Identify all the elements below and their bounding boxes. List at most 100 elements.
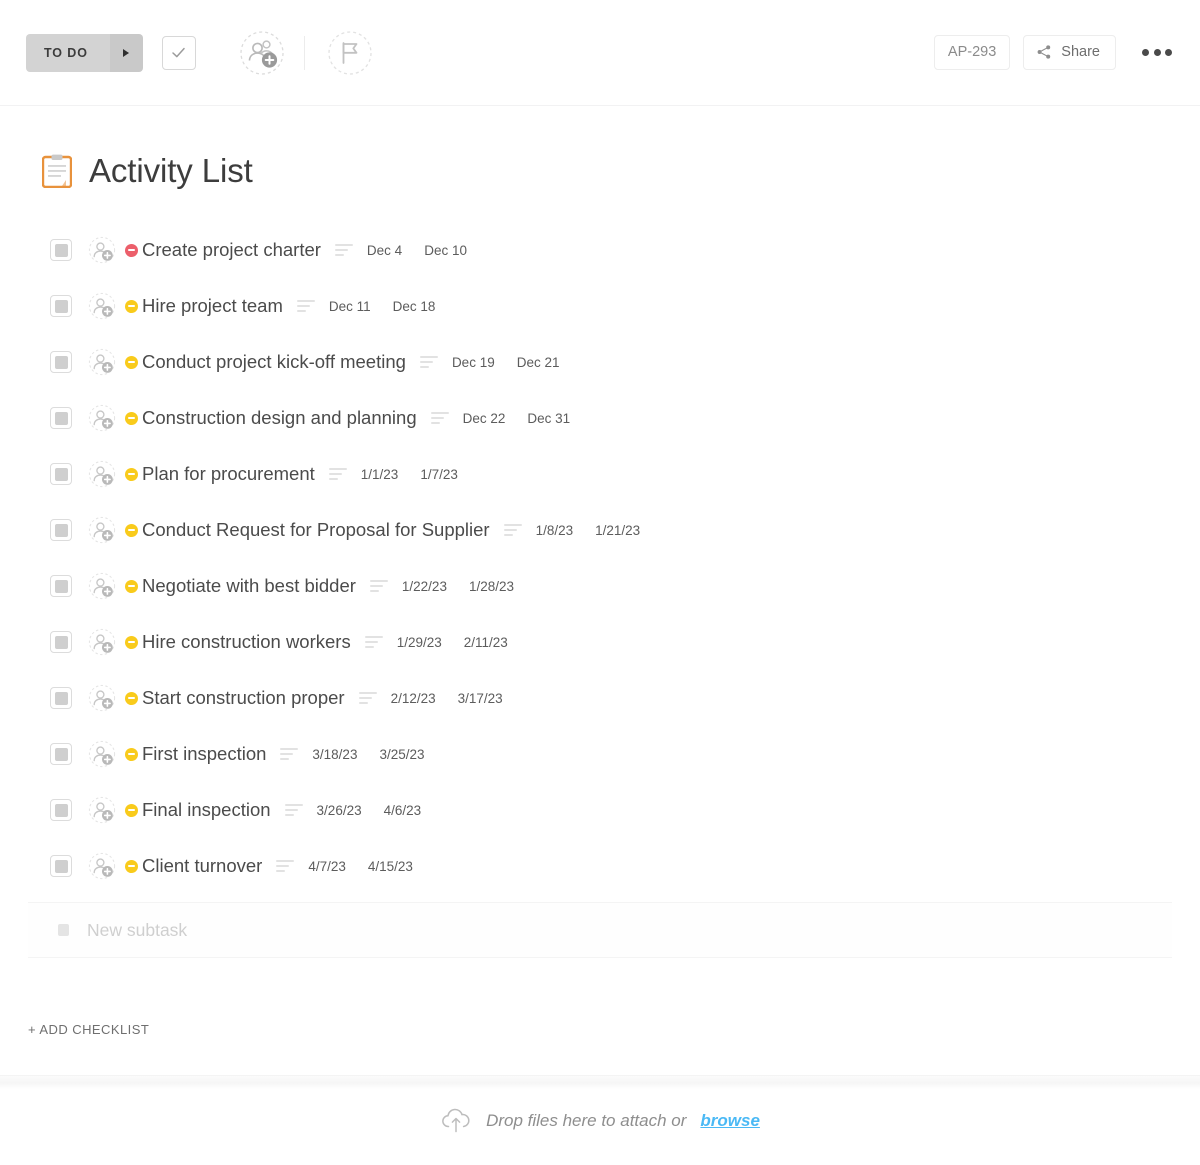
priority-status-icon[interactable] — [125, 299, 138, 313]
task-checkbox[interactable] — [50, 799, 72, 821]
assign-task-icon[interactable] — [88, 460, 116, 488]
priority-status-icon[interactable] — [125, 411, 138, 425]
more-options-button[interactable] — [1138, 41, 1176, 64]
add-checklist-button[interactable]: + ADD CHECKLIST — [28, 1022, 149, 1037]
priority-status-icon[interactable] — [125, 747, 138, 761]
task-checkbox[interactable] — [50, 519, 72, 541]
priority-status-icon[interactable] — [125, 803, 138, 817]
priority-status-icon[interactable] — [125, 467, 138, 481]
mark-complete-button[interactable] — [161, 35, 196, 70]
task-row[interactable]: Construction design and planning Dec 22 De… — [0, 390, 1200, 446]
task-due-date[interactable]: 1/21/23 — [595, 523, 640, 538]
task-description-icon[interactable] — [503, 524, 522, 536]
task-description-icon[interactable] — [296, 300, 315, 312]
task-description-icon[interactable] — [364, 636, 383, 648]
task-description-icon[interactable] — [284, 804, 303, 816]
task-start-date[interactable]: 1/8/23 — [536, 523, 574, 538]
assign-task-icon[interactable] — [88, 404, 116, 432]
task-start-date[interactable]: 1/29/23 — [397, 635, 442, 650]
browse-files-link[interactable]: browse — [700, 1111, 760, 1131]
task-description-icon[interactable] — [358, 692, 377, 704]
assign-task-icon[interactable] — [88, 852, 116, 880]
task-description-icon[interactable] — [430, 412, 449, 424]
task-start-date[interactable]: 4/7/23 — [308, 859, 346, 874]
set-priority-button[interactable] — [327, 30, 373, 76]
assign-task-icon[interactable] — [88, 292, 116, 320]
task-description-icon[interactable] — [328, 468, 347, 480]
task-due-date[interactable]: Dec 31 — [527, 411, 570, 426]
task-due-date[interactable]: 1/7/23 — [420, 467, 458, 482]
task-checkbox[interactable] — [50, 575, 72, 597]
task-description-icon[interactable] — [334, 244, 353, 256]
task-row[interactable]: Conduct Request for Proposal for Supplie… — [0, 502, 1200, 558]
status-caret-right-icon[interactable] — [109, 33, 143, 72]
task-id-badge[interactable]: AP-293 — [933, 35, 1011, 70]
task-start-date[interactable]: Dec 11 — [329, 299, 371, 314]
assign-task-icon[interactable] — [88, 572, 116, 600]
task-row[interactable]: Conduct project kick-off meeting Dec 19 De… — [0, 334, 1200, 390]
new-subtask-row[interactable]: New subtask — [28, 902, 1172, 958]
task-checkbox[interactable] — [50, 743, 72, 765]
priority-status-icon[interactable] — [125, 523, 138, 537]
priority-status-icon[interactable] — [125, 243, 138, 257]
priority-status-icon[interactable] — [125, 635, 138, 649]
task-description-icon[interactable] — [280, 748, 299, 760]
task-row[interactable]: Final inspection 3/26/23 4/6/23 — [0, 782, 1200, 838]
task-row[interactable]: First inspection 3/18/23 3/25/23 — [0, 726, 1200, 782]
assign-task-icon[interactable] — [88, 796, 116, 824]
task-start-date[interactable]: 3/26/23 — [317, 803, 362, 818]
task-row[interactable]: Negotiate with best bidder 1/22/23 1/28/23 — [0, 558, 1200, 614]
new-subtask-input[interactable]: New subtask — [87, 920, 187, 941]
task-checkbox[interactable] — [50, 463, 72, 485]
task-row[interactable]: Plan for procurement 1/1/23 1/7/23 — [0, 446, 1200, 502]
task-description-icon[interactable] — [419, 356, 438, 368]
assign-task-icon[interactable] — [88, 348, 116, 376]
task-due-date[interactable]: 4/6/23 — [384, 803, 422, 818]
task-due-date[interactable]: Dec 10 — [424, 243, 467, 258]
priority-status-icon[interactable] — [125, 691, 138, 705]
task-due-date[interactable]: Dec 18 — [393, 299, 436, 314]
task-due-date[interactable]: Dec 21 — [517, 355, 560, 370]
new-subtask-checkbox-icon — [58, 924, 69, 936]
task-row[interactable]: Hire construction workers 1/29/23 2/11/23 — [0, 614, 1200, 670]
task-start-date[interactable]: Dec 4 — [367, 243, 402, 258]
task-start-date[interactable]: 3/18/23 — [312, 747, 357, 762]
task-due-date[interactable]: 2/11/23 — [464, 635, 508, 650]
task-row[interactable]: Hire project team Dec 11 Dec 18 — [0, 278, 1200, 334]
task-checkbox[interactable] — [50, 855, 72, 877]
assign-task-icon[interactable] — [88, 628, 116, 656]
task-start-date[interactable]: Dec 19 — [452, 355, 495, 370]
task-description-icon[interactable] — [369, 580, 388, 592]
task-checkbox[interactable] — [50, 295, 72, 317]
assign-task-icon[interactable] — [88, 516, 116, 544]
assign-task-icon[interactable] — [88, 740, 116, 768]
task-checkbox[interactable] — [50, 631, 72, 653]
task-row[interactable]: Create project charter Dec 4 Dec 10 — [0, 222, 1200, 278]
task-checkbox[interactable] — [50, 351, 72, 373]
task-due-date[interactable]: 4/15/23 — [368, 859, 413, 874]
task-row[interactable]: Start construction proper 2/12/23 3/17/23 — [0, 670, 1200, 726]
task-description-icon[interactable] — [276, 860, 295, 872]
task-start-date[interactable]: Dec 22 — [463, 411, 506, 426]
task-due-date[interactable]: 3/17/23 — [458, 691, 503, 706]
task-start-date[interactable]: 1/1/23 — [361, 467, 399, 482]
share-button[interactable]: Share — [1023, 35, 1116, 70]
status-dropdown[interactable]: TO DO — [26, 33, 143, 72]
task-due-date[interactable]: 3/25/23 — [379, 747, 424, 762]
add-assignee-button[interactable] — [239, 30, 285, 76]
priority-status-icon[interactable] — [125, 355, 138, 369]
ellipsis-dot — [1142, 49, 1149, 56]
task-start-date[interactable]: 2/12/23 — [391, 691, 436, 706]
assign-task-icon[interactable] — [88, 236, 116, 264]
file-dropzone[interactable]: Drop files here to attach or browse — [0, 1108, 1200, 1134]
task-row[interactable]: Client turnover 4/7/23 4/15/23 — [0, 838, 1200, 894]
status-label[interactable]: TO DO — [26, 33, 110, 72]
assign-task-icon[interactable] — [88, 684, 116, 712]
priority-status-icon[interactable] — [125, 859, 138, 873]
task-start-date[interactable]: 1/22/23 — [402, 579, 447, 594]
priority-status-icon[interactable] — [125, 579, 138, 593]
task-checkbox[interactable] — [50, 239, 72, 261]
task-due-date[interactable]: 1/28/23 — [469, 579, 514, 594]
task-checkbox[interactable] — [50, 687, 72, 709]
task-checkbox[interactable] — [50, 407, 72, 429]
